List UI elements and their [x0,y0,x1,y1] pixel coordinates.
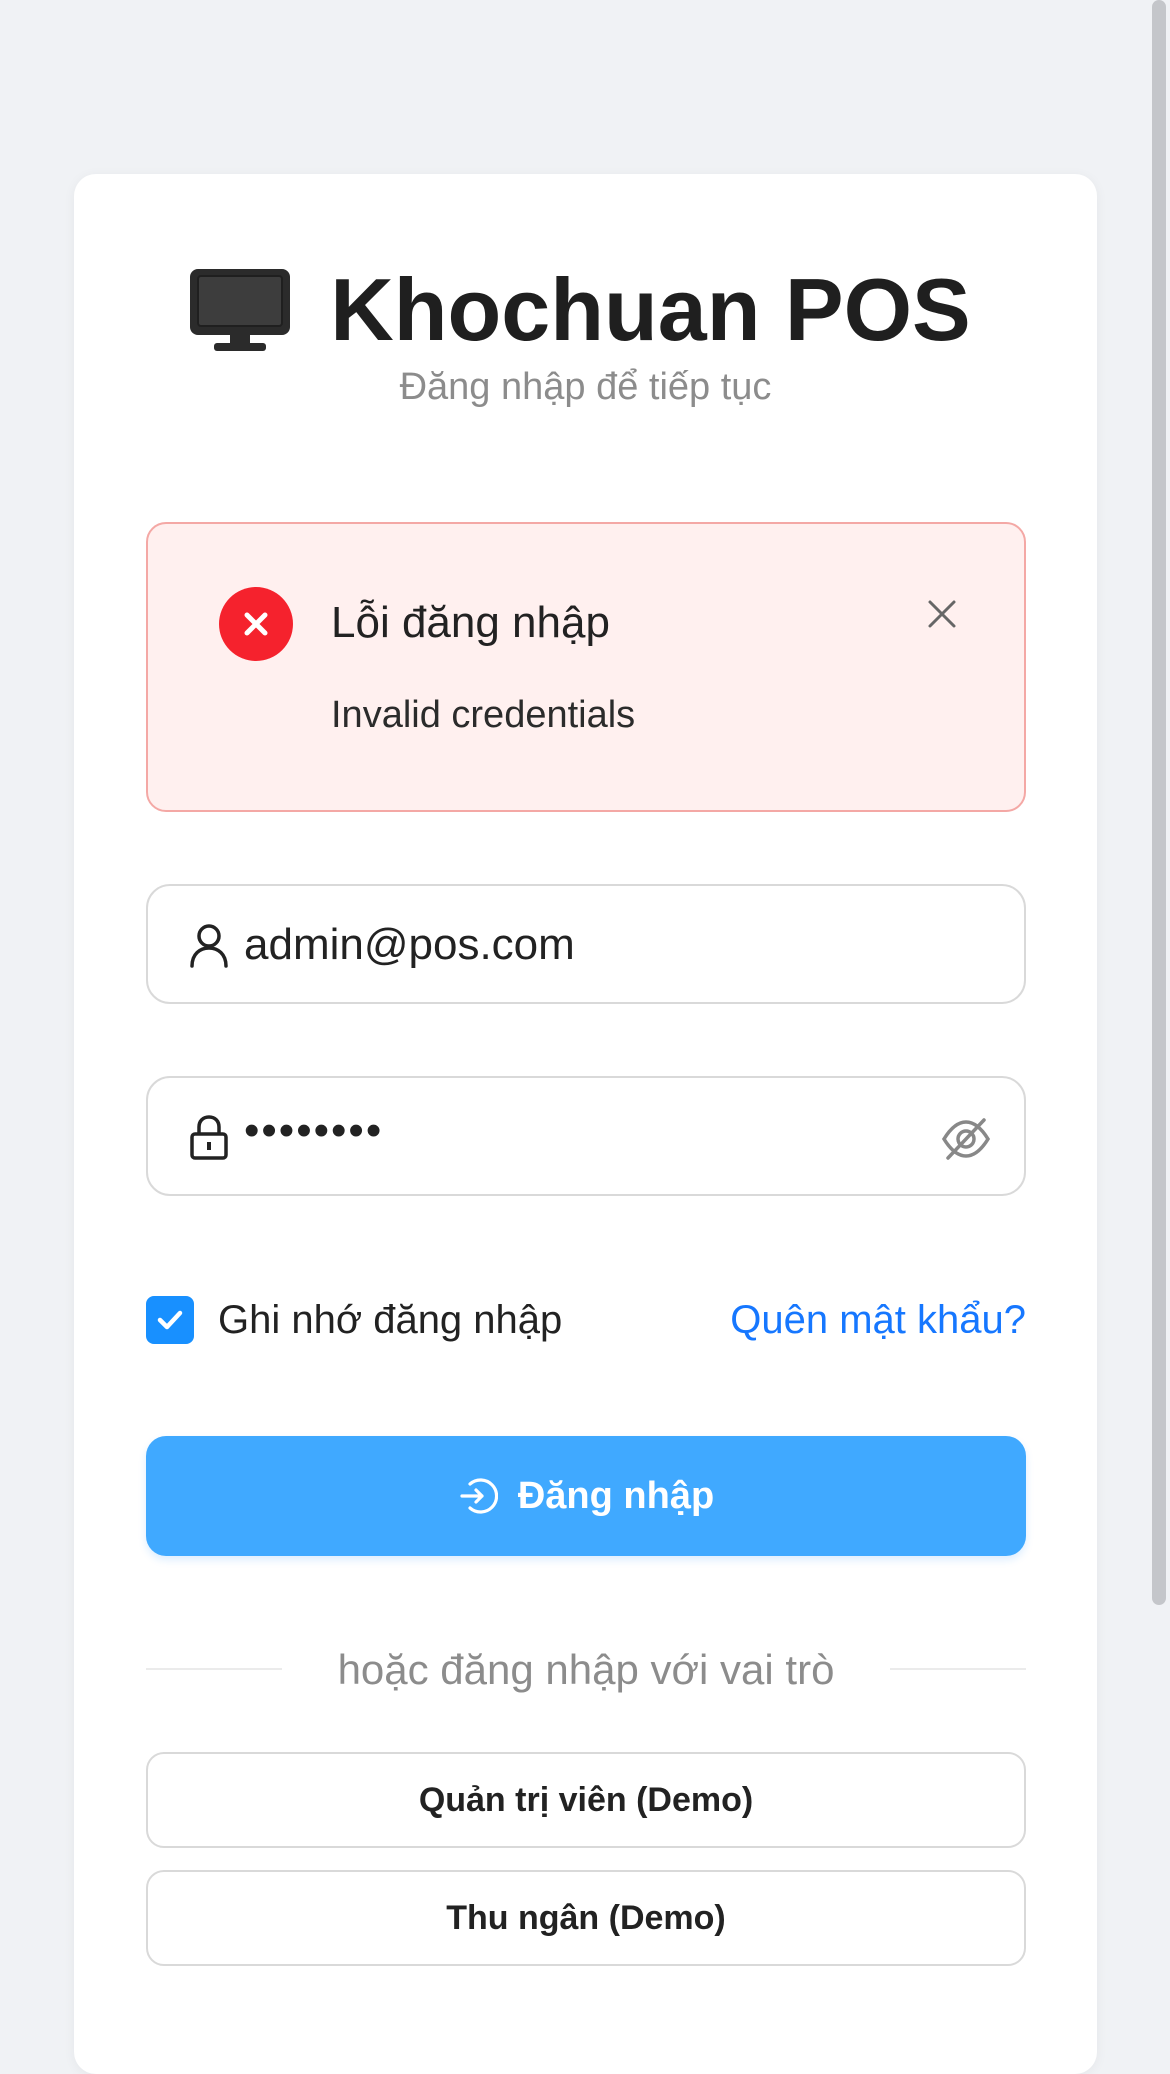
divider-line-right [890,1668,1026,1670]
login-card: Khochuan POS Đăng nhập để tiếp tục Lỗi đ… [74,174,1097,2074]
forgot-password-link[interactable]: Quên mật khẩu? [730,1298,1026,1343]
login-button-label: Đăng nhập [517,1474,715,1517]
monitor-icon [190,269,291,351]
username-field[interactable]: admin@pos.com [146,884,1026,1004]
app-title: Khochuan POS [330,260,971,359]
role-divider: hoặc đăng nhập với vai trò [146,1644,1026,1694]
close-icon[interactable] [920,592,964,636]
scrollbar-track[interactable] [1148,0,1170,1992]
role-cashier-demo-button[interactable]: Thu ngân (Demo) [146,1870,1026,1966]
password-value: •••••••• [244,1106,384,1155]
error-icon [219,587,293,661]
error-alert: Lỗi đăng nhập Invalid credentials [146,522,1026,812]
remember-checkbox[interactable] [146,1296,194,1344]
user-icon [190,924,228,968]
check-icon [157,1310,183,1330]
divider-text: hoặc đăng nhập với vai trò [337,1646,835,1693]
alert-message: Invalid credentials [331,694,636,736]
login-icon [460,1478,498,1514]
lock-icon [190,1115,228,1160]
remember-label[interactable]: Ghi nhớ đăng nhập [218,1298,562,1343]
remember-row: Ghi nhớ đăng nhập Quên mật khẩu? [146,1290,1026,1350]
password-field[interactable]: •••••••• [146,1076,1026,1196]
scrollbar-thumb[interactable] [1152,0,1166,1605]
username-value: admin@pos.com [244,920,575,969]
brand-header: Khochuan POS [74,260,1097,360]
page-subtitle: Đăng nhập để tiếp tục [399,366,772,408]
role-admin-demo-button[interactable]: Quản trị viên (Demo) [146,1752,1026,1848]
alert-title: Lỗi đăng nhập [331,598,610,647]
eye-invisible-icon[interactable] [940,1114,992,1164]
login-button[interactable]: Đăng nhập [146,1436,1026,1556]
